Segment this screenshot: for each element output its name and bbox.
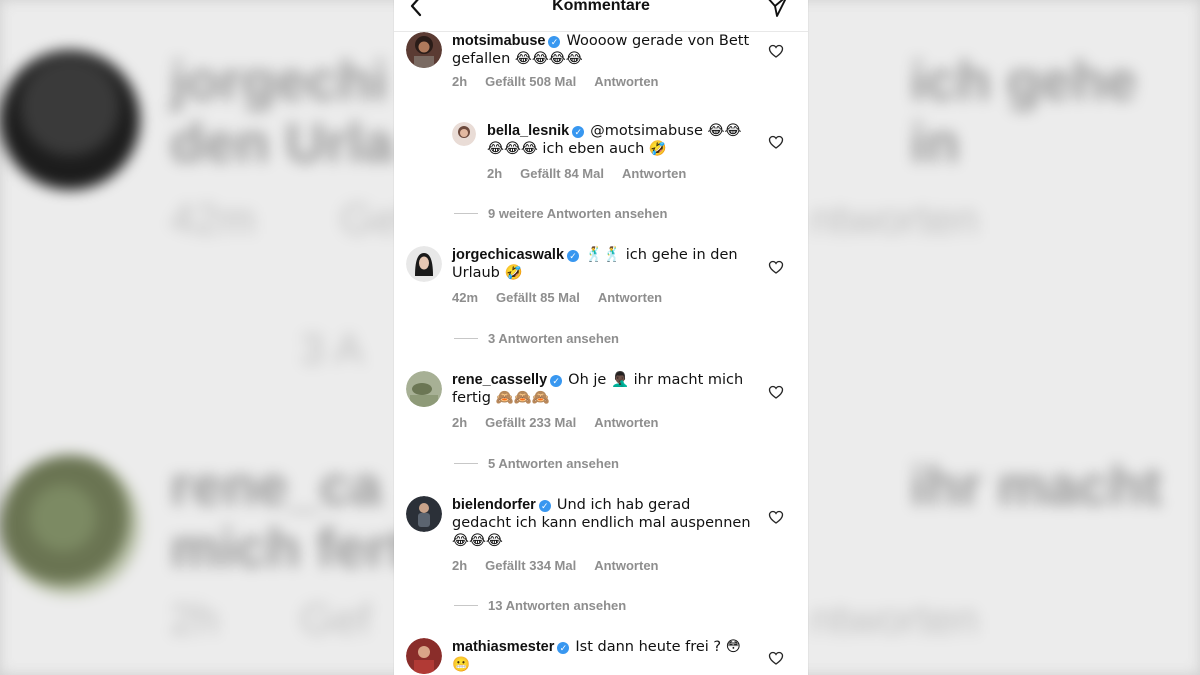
comment-body: jorgechicaswalk ✓ 🕺🕺 ich gehe in den Urla…	[452, 246, 752, 282]
bg-avatar	[0, 455, 140, 595]
comment-username[interactable]: rene_casselly	[452, 372, 547, 388]
view-replies-label: 3 Antworten ansehen	[488, 331, 619, 346]
avatar[interactable]	[406, 638, 442, 674]
avatar[interactable]	[406, 32, 442, 68]
reply-link[interactable]: Antworten	[594, 74, 658, 89]
heart-icon[interactable]	[768, 134, 784, 150]
heart-icon[interactable]	[768, 384, 784, 400]
comment-username[interactable]: mathiasmester	[452, 639, 554, 655]
reply-item: bella_lesnik ✓ @motsimabuse 😂😂😂😂😂 ich ebe…	[452, 122, 808, 186]
bg-meta: 42m	[170, 195, 256, 244]
verified-badge-icon: ✓	[538, 500, 551, 512]
profile-photo	[452, 122, 476, 146]
comment-time: 2h	[452, 558, 468, 573]
verified-badge-icon: ✓	[548, 36, 561, 48]
profile-photo	[406, 638, 442, 674]
verified-badge-icon: ✓	[550, 375, 563, 387]
bg-meta: ntworten	[810, 195, 979, 244]
comment-body: motsimabuse ✓ Woooow gerade von Bett gefa…	[452, 32, 752, 68]
bg-text: den Urla	[170, 111, 395, 174]
bg-meta: 2h	[170, 595, 219, 644]
bg-text: mich fert	[170, 516, 407, 579]
comment-item: jorgechicaswalk ✓ 🕺🕺 ich gehe in den Urla…	[394, 246, 808, 316]
heart-icon[interactable]	[768, 509, 784, 525]
thread-line	[454, 338, 478, 339]
bg-text: jorgechi	[170, 49, 388, 112]
thread-line	[454, 213, 478, 214]
comment-likes[interactable]: Gefällt 508 Mal	[485, 74, 576, 89]
profile-photo	[406, 496, 442, 532]
comment-meta: 2h Gefällt 84 Mal Antworten	[487, 166, 704, 181]
send-button[interactable]	[764, 0, 790, 19]
comment-body: mathiasmester ✓ Ist dann heute frei ? 😳😬	[452, 638, 752, 674]
bg-text: rene_ca	[170, 454, 382, 517]
bg-meta: 3 A	[300, 325, 364, 374]
comment-item: rene_casselly ✓ Oh je 🤦🏿‍♂️ ihr macht mic…	[394, 371, 808, 441]
view-replies-button[interactable]: 5 Antworten ansehen	[454, 456, 619, 471]
thread-line	[454, 463, 478, 464]
avatar[interactable]	[406, 496, 442, 532]
comment-username[interactable]: bella_lesnik	[487, 123, 569, 139]
comment-meta: 42m Gefällt 85 Mal Antworten	[452, 290, 680, 305]
comment-time: 2h	[487, 166, 503, 181]
bg-meta: ntworten	[810, 595, 979, 644]
avatar[interactable]	[406, 371, 442, 407]
paper-plane-icon	[768, 0, 787, 17]
comment-username[interactable]: jorgechicaswalk	[452, 247, 564, 263]
bg-avatar	[0, 50, 140, 190]
comment-meta: 2h Gefällt 233 Mal Antworten	[452, 415, 677, 430]
profile-photo	[406, 246, 442, 282]
profile-photo	[406, 371, 442, 407]
comment-meta: 2h Gefällt 508 Mal Antworten	[452, 74, 677, 89]
comment-body: bella_lesnik ✓ @motsimabuse 😂😂😂😂😂 ich ebe…	[487, 122, 757, 158]
reply-link[interactable]: Antworten	[594, 558, 658, 573]
heart-icon[interactable]	[768, 43, 784, 59]
heart-icon[interactable]	[768, 650, 784, 666]
bg-meta: Gef	[300, 595, 371, 644]
page-title: Kommentare	[552, 0, 650, 14]
avatar[interactable]	[406, 246, 442, 282]
comment-time: 2h	[452, 74, 468, 89]
view-replies-label: 5 Antworten ansehen	[488, 456, 619, 471]
comment-item: motsimabuse ✓ Woooow gerade von Bett gefa…	[394, 32, 808, 102]
comment-username[interactable]: motsimabuse	[452, 33, 545, 49]
verified-badge-icon: ✓	[572, 126, 585, 138]
bg-text: ich gehe in	[910, 49, 1138, 174]
verified-badge-icon: ✓	[557, 642, 570, 654]
comment-likes[interactable]: Gefällt 84 Mal	[520, 166, 604, 181]
comment-likes[interactable]: Gefällt 85 Mal	[496, 290, 580, 305]
avatar[interactable]	[452, 122, 476, 146]
comment-time: 2h	[452, 415, 468, 430]
view-replies-button[interactable]: 13 Antworten ansehen	[454, 598, 626, 613]
comment-item: bielendorfer ✓ Und ich hab gerad gedacht …	[394, 496, 808, 584]
thread-line	[454, 605, 478, 606]
comment-likes[interactable]: Gefällt 233 Mal	[485, 415, 576, 430]
comments-screen: Kommentare motsimabuse ✓ Woooow gerade vo…	[394, 0, 808, 675]
comment-body: bielendorfer ✓ Und ich hab gerad gedacht …	[452, 496, 752, 550]
view-replies-button[interactable]: 3 Antworten ansehen	[454, 331, 619, 346]
reply-link[interactable]: Antworten	[594, 415, 658, 430]
top-bar: Kommentare	[394, 0, 808, 32]
verified-badge-icon: ✓	[567, 250, 580, 262]
view-replies-label: 13 Antworten ansehen	[488, 598, 627, 613]
comment-username[interactable]: bielendorfer	[452, 497, 536, 513]
comment-body: rene_casselly ✓ Oh je 🤦🏿‍♂️ ihr macht mic…	[452, 371, 752, 407]
heart-icon[interactable]	[768, 259, 784, 275]
view-replies-label: 9 weitere Antworten ansehen	[488, 206, 668, 221]
comment-meta: 2h Gefällt 334 Mal Antworten	[452, 558, 677, 573]
reply-link[interactable]: Antworten	[622, 166, 686, 181]
profile-photo	[406, 32, 442, 68]
comment-time: 42m	[452, 290, 479, 305]
reply-link[interactable]: Antworten	[598, 290, 662, 305]
view-replies-button[interactable]: 9 weitere Antworten ansehen	[454, 206, 667, 221]
bg-text: ihr macht	[910, 454, 1163, 517]
comment-likes[interactable]: Gefällt 334 Mal	[485, 558, 576, 573]
comment-item: mathiasmester ✓ Ist dann heute frei ? 😳😬	[394, 638, 808, 675]
